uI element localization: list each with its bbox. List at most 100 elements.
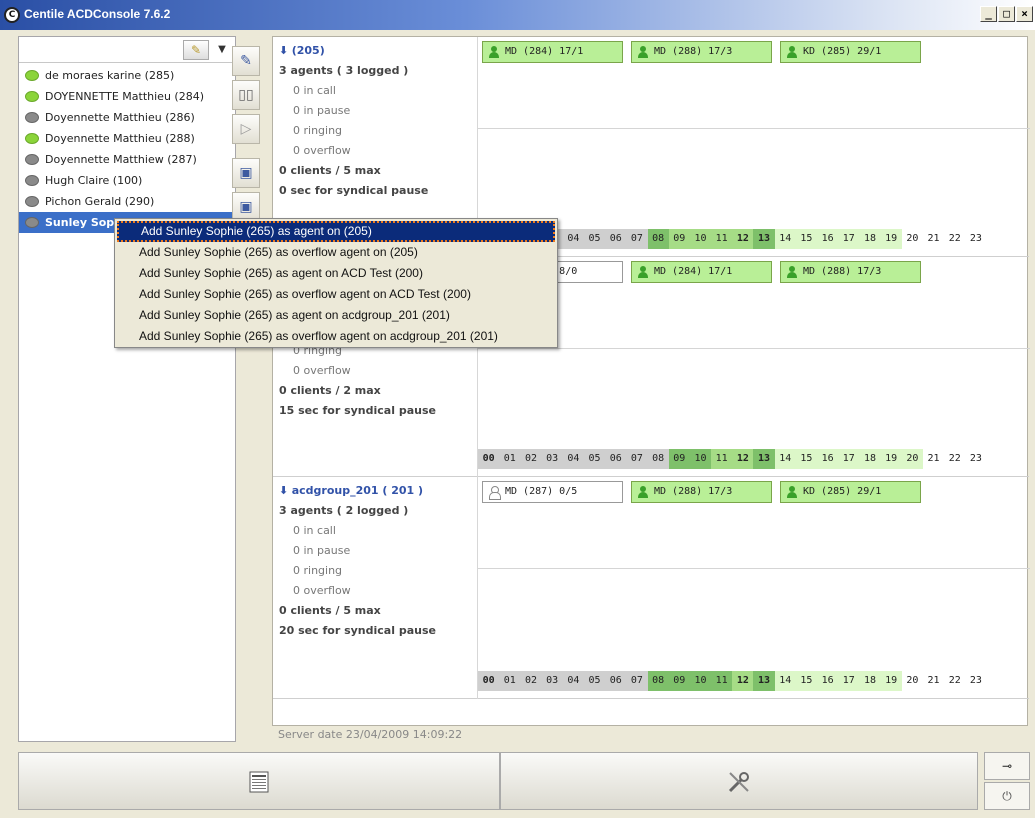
edit-icon[interactable]: ✎	[232, 46, 260, 76]
agent-card-label: KD (285) 29/1	[803, 486, 882, 497]
hour-cell: 04	[562, 449, 584, 469]
agent-card[interactable]: MD (284) 17/1	[482, 41, 623, 63]
app-logo-icon: C	[4, 7, 20, 23]
hour-cell: 03	[541, 671, 563, 691]
clients-count: 0 clients / 2 max	[279, 384, 381, 397]
hour-cell: 02	[520, 671, 542, 691]
agent-card[interactable]: MD (288) 17/3	[631, 481, 772, 503]
agent-card-label: MD (284) 17/1	[505, 46, 584, 57]
agent-card[interactable]: MD (287) 0/5	[482, 481, 623, 503]
context-menu-item[interactable]: Add Sunley Sophie (265) as agent on ACD …	[115, 263, 557, 284]
tools-icon	[728, 772, 749, 793]
group-name: (205)	[291, 44, 325, 57]
agent-name: de moraes karine (285)	[45, 69, 175, 82]
arrow-down-icon: ⬇	[279, 44, 289, 57]
screen-icon[interactable]: ▣	[232, 158, 260, 188]
agent-card[interactable]: KD (285) 29/1	[780, 481, 921, 503]
overflow: 0 overflow	[293, 584, 351, 597]
hour-cell: 15	[795, 671, 817, 691]
hour-cell: 01	[499, 449, 521, 469]
overflow-row	[478, 569, 1030, 661]
agent-list-item[interactable]: Doyennette Matthieu (286)	[19, 107, 235, 128]
chevron-down-icon[interactable]: ▼	[213, 40, 231, 60]
play-icon[interactable]: ▷	[232, 114, 260, 144]
group-title[interactable]: ⬇ (205)	[279, 41, 475, 61]
group-agents-panel: MD (284) 17/1 MD (288) 17/3 KD (285) 29/1 …	[477, 37, 1030, 257]
agent-card[interactable]: MD (288) 17/3	[631, 41, 772, 63]
agent-list-item[interactable]: Doyennette Matthieu (288)	[19, 128, 235, 149]
overflow-row	[478, 349, 1030, 441]
agent-list-item[interactable]: Hugh Claire (100)	[19, 170, 235, 191]
hour-strip: 0001020304050607080910111213141516171819…	[478, 449, 1030, 469]
group-title[interactable]: ⬇ acdgroup_201 ( 201 )	[279, 481, 475, 501]
syndical-pause: 0 sec for syndical pause	[279, 184, 429, 197]
agent-card[interactable]: KD (285) 29/1	[780, 41, 921, 63]
wand-icon[interactable]: ✎	[183, 40, 209, 60]
hour-cell: 12	[732, 449, 754, 469]
hour-cell: 16	[817, 449, 839, 469]
group-info: ⬇ (205) 3 agents ( 3 logged ) 0 in call …	[279, 41, 475, 201]
agent-name: Pichon Gerald (290)	[45, 195, 155, 208]
context-menu-item[interactable]: Add Sunley Sophie (265) as agent on (205…	[117, 221, 555, 242]
hour-cell: 17	[838, 671, 860, 691]
report-icon	[249, 771, 269, 793]
agent-list-item[interactable]: de moraes karine (285)	[19, 65, 235, 86]
hour-cell: 09	[668, 671, 690, 691]
agent-panel: ✎ ▼ de moraes karine (285) DOYENNETTE Mat…	[18, 36, 236, 742]
hour-cell: 18	[859, 229, 881, 249]
hour-cell: 13	[753, 449, 775, 469]
agent-card[interactable]: MD (284) 17/1	[631, 261, 772, 283]
report-button[interactable]	[18, 752, 500, 810]
chat-bubble-icon	[25, 112, 39, 123]
agent-card[interactable]: MD (288) 17/3	[780, 261, 921, 283]
hour-cell: 12	[732, 229, 754, 249]
group-info: ⬇ acdgroup_201 ( 201 ) 3 agents ( 2 logg…	[279, 481, 475, 641]
hour-cell: 06	[605, 229, 627, 249]
hour-cell: 22	[944, 449, 966, 469]
hour-cell: 11	[711, 449, 733, 469]
context-menu-item[interactable]: Add Sunley Sophie (265) as overflow agen…	[115, 284, 557, 305]
agent-list-item[interactable]: DOYENNETTE Matthieu (284)	[19, 86, 235, 107]
agent-name: Doyennette Matthieu (288)	[45, 132, 195, 145]
settings-button[interactable]	[500, 752, 978, 810]
hour-cell: 23	[965, 449, 987, 469]
hour-cell: 22	[944, 671, 966, 691]
title-bar[interactable]: C Centile ACDConsole 7.6.2 _ □ ×	[0, 0, 1035, 30]
syndical-pause: 15 sec for syndical pause	[279, 404, 436, 417]
person-icon	[637, 266, 648, 278]
power-icon[interactable]: ⏻	[984, 782, 1030, 810]
search-bar: ✎ ▼	[19, 37, 235, 63]
hour-cell: 10	[689, 671, 712, 691]
syndical-pause: 20 sec for syndical pause	[279, 624, 436, 637]
search-input[interactable]	[21, 40, 181, 60]
context-menu-item[interactable]: Add Sunley Sophie (265) as overflow agen…	[115, 326, 557, 347]
hour-cell: 17	[838, 229, 860, 249]
hour-cell: 21	[922, 671, 945, 691]
pause-icon[interactable]: ▯▯	[232, 80, 260, 110]
close-button[interactable]: ×	[1016, 6, 1033, 22]
hour-strip: 0001020304050607080910111213141516171819…	[478, 229, 1030, 249]
agent-list-item[interactable]: Doyennette Matthiew (287)	[19, 149, 235, 170]
person-icon	[786, 486, 797, 498]
hour-cell: 05	[583, 229, 606, 249]
maximize-button[interactable]: □	[998, 6, 1015, 22]
context-menu-item[interactable]: Add Sunley Sophie (265) as agent on acdg…	[115, 305, 557, 326]
agents-row: MD (287) 0/5 MD (288) 17/3 KD (285) 29/1	[478, 477, 1030, 569]
hour-cell: 07	[626, 671, 648, 691]
context-menu-item[interactable]: Add Sunley Sophie (265) as overflow agen…	[115, 242, 557, 263]
hour-cell: 21	[922, 229, 945, 249]
hour-strip: 0001020304050607080910111213141516171819…	[478, 671, 1030, 691]
chat-bubble-icon	[25, 217, 39, 228]
agents-count: 3 agents ( 2 logged )	[279, 504, 409, 517]
minimize-button[interactable]: _	[980, 6, 997, 22]
hour-cell: 00	[478, 449, 500, 469]
agent-list-item[interactable]: Pichon Gerald (290)	[19, 191, 235, 212]
hour-cell: 15	[795, 229, 817, 249]
hour-cell: 06	[605, 449, 627, 469]
context-menu: Add Sunley Sophie (265) as agent on (205…	[114, 218, 558, 348]
person-icon	[786, 46, 797, 58]
hour-cell: 13	[753, 671, 775, 691]
plug-icon[interactable]: ⊸	[984, 752, 1030, 780]
server-date: Server date 23/04/2009 14:09:22	[278, 728, 463, 741]
hour-cell: 22	[944, 229, 966, 249]
